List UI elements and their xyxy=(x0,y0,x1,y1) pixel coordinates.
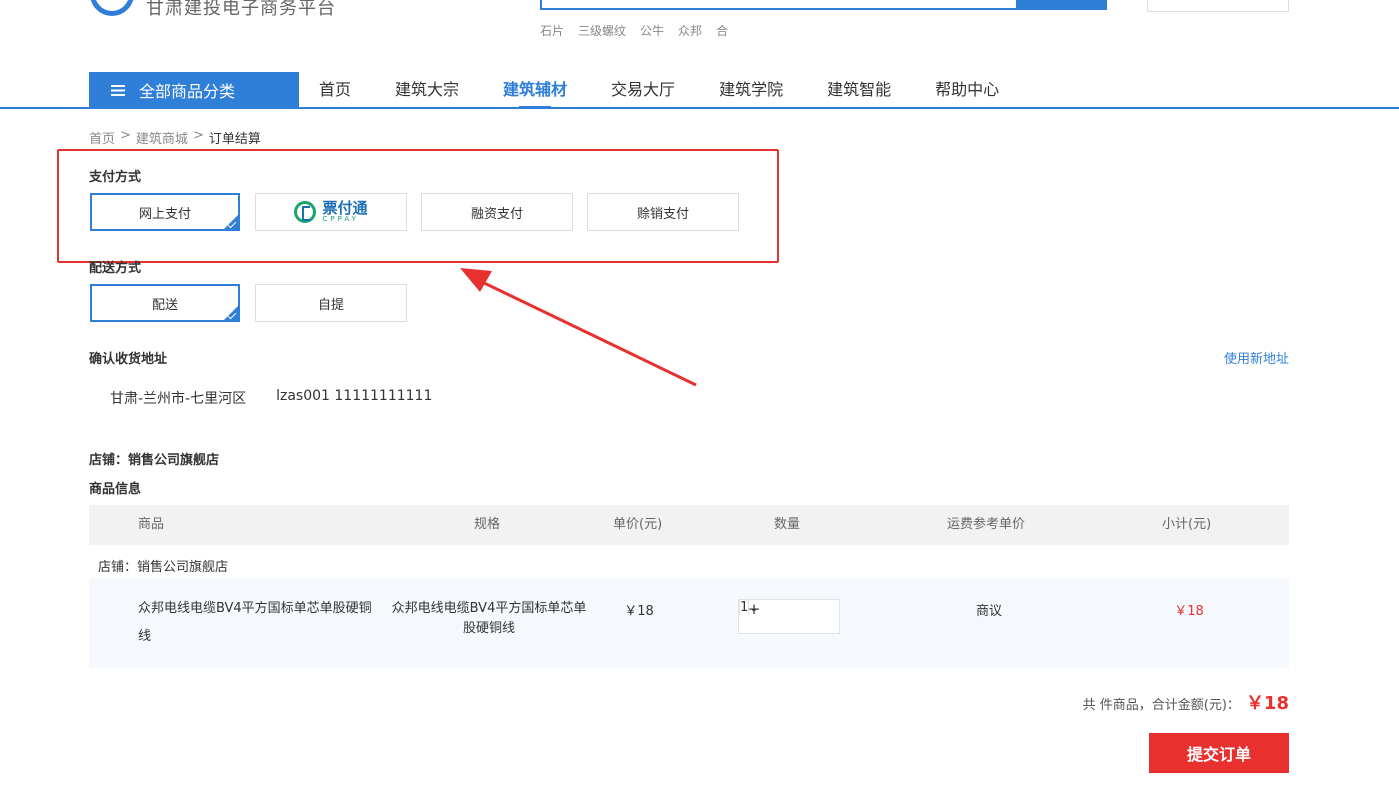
header-subtotal: 小计(元) xyxy=(1162,517,1212,532)
table-header: 商品 规格 单价(元) 数量 运费参考单价 小计(元) xyxy=(89,505,1289,545)
submit-order-button[interactable]: 提交订单 xyxy=(1149,733,1289,773)
breadcrumb-current: 订单结算 xyxy=(208,132,261,147)
header-spec: 规格 xyxy=(474,517,501,532)
cart-button[interactable] xyxy=(1147,0,1289,12)
nav-item-auxiliary[interactable]: 建筑辅材 xyxy=(503,72,567,108)
increase-button[interactable]: + xyxy=(739,600,769,618)
main-nav: 首页 建筑大宗 建筑辅材 交易大厅 建筑学院 建筑智能 帮助中心 xyxy=(319,72,999,108)
hot-word[interactable]: 众邦 xyxy=(678,22,702,39)
nav-item-trading-hall[interactable]: 交易大厅 xyxy=(611,72,675,108)
hot-search-words: 石片 三级螺纹 公牛 众邦 合 xyxy=(540,22,728,39)
row-subtotal: ￥18 xyxy=(1174,604,1204,619)
breadcrumb-separator: > xyxy=(192,128,204,143)
product-name[interactable]: 众邦电线电缆BV4平方国标单芯单股硬铜线 xyxy=(138,579,378,651)
breadcrumb-home[interactable]: 首页 xyxy=(89,128,115,147)
hot-word[interactable]: 石片 xyxy=(540,22,564,39)
all-categories-label: 全部商品分类 xyxy=(139,82,236,101)
hot-word[interactable]: 公牛 xyxy=(640,22,664,39)
goods-info-title: 商品信息 xyxy=(89,482,142,497)
header-shipping: 运费参考单价 xyxy=(947,517,1026,532)
site-logo-text: 甘肃建投电子商务平台 xyxy=(146,0,336,19)
delivery-title: 配送方式 xyxy=(89,261,142,276)
logo-icon xyxy=(90,0,134,16)
breadcrumb: 首页 > 建筑商城 > 订单结算 xyxy=(89,128,261,147)
delivery-ship-label: 配送 xyxy=(151,297,178,313)
nav-item-smart[interactable]: 建筑智能 xyxy=(827,72,891,108)
row-shop-label: 店铺：销售公司旗舰店 xyxy=(98,560,229,575)
product-price: ￥18 xyxy=(624,604,654,619)
product-spec: 众邦电线电缆BV4平方国标单芯单股硬铜线 xyxy=(391,601,587,636)
header-price: 单价(元) xyxy=(613,517,663,532)
search-input[interactable] xyxy=(540,0,1016,10)
address-contact: lzas001 11111111111 xyxy=(276,388,433,404)
total-label: 共 件商品，合计金额(元)： xyxy=(1082,698,1240,713)
total-amount: ￥18 xyxy=(1245,693,1289,714)
header-qty: 数量 xyxy=(774,517,801,532)
delivery-pickup-label: 自提 xyxy=(317,297,344,313)
shipping-address[interactable]: 甘肃-兰州市-七里河区 lzas001 11111111111 xyxy=(110,388,432,408)
check-icon xyxy=(227,310,237,320)
nav-item-bulk[interactable]: 建筑大宗 xyxy=(395,72,459,108)
shipping-price: 商议 xyxy=(975,604,1002,619)
breadcrumb-mall[interactable]: 建筑商城 xyxy=(136,128,188,147)
menu-icon xyxy=(111,84,125,96)
nav-item-help[interactable]: 帮助中心 xyxy=(935,72,999,108)
hot-word[interactable]: 三级螺纹 xyxy=(578,22,626,39)
hot-word[interactable]: 合 xyxy=(716,22,728,39)
order-total: 共 件商品，合计金额(元)： ￥18 xyxy=(1083,689,1289,715)
all-categories-button[interactable]: 全部商品分类 xyxy=(89,72,299,108)
delivery-pickup-button[interactable]: 自提 xyxy=(255,284,407,322)
table-row: 众邦电线电缆BV4平方国标单芯单股硬铜线 众邦电线电缆BV4平方国标单芯单股硬铜… xyxy=(89,579,1289,668)
shop-label: 店铺：销售公司旗舰店 xyxy=(89,453,220,468)
use-new-address-link[interactable]: 使用新地址 xyxy=(1224,348,1289,367)
address-title: 确认收货地址 xyxy=(89,352,168,367)
header-product: 商品 xyxy=(138,517,165,532)
nav-item-home[interactable]: 首页 xyxy=(319,72,351,108)
highlight-box xyxy=(57,149,779,263)
nav-item-academy[interactable]: 建筑学院 xyxy=(719,72,783,108)
breadcrumb-separator: > xyxy=(120,128,131,143)
delivery-ship-button[interactable]: 配送 xyxy=(90,284,240,322)
address-region: 甘肃-兰州市-七里河区 xyxy=(110,391,247,407)
quantity-stepper: - 1 + xyxy=(738,599,840,634)
search-button[interactable] xyxy=(1016,0,1107,10)
